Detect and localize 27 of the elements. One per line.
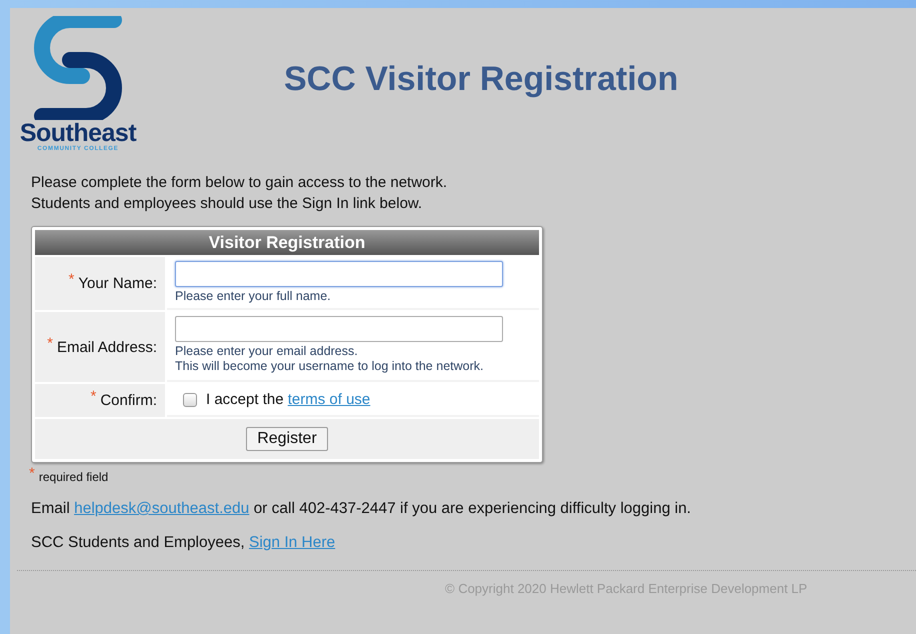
field-hint: This will become your username to log into the network. bbox=[175, 359, 484, 374]
sign-in-link[interactable]: Sign In Here bbox=[248, 534, 336, 551]
required-mark: * bbox=[68, 271, 74, 288]
help-text: Email helpdesk@southeast.edu or call 402-437-2447 if you are experiencing difficulty logging in. bbox=[31, 500, 692, 518]
panel-header: Visitor Registration bbox=[35, 230, 539, 255]
text-field[interactable] bbox=[175, 261, 503, 287]
field-label: Email Address: bbox=[56, 338, 157, 356]
required-mark: * bbox=[90, 388, 96, 405]
logo-wordmark: Southeast bbox=[20, 120, 136, 146]
required-mark: * bbox=[29, 465, 35, 482]
signin-text: SCC Students and Employees, Sign In Here bbox=[31, 534, 336, 552]
terms-link[interactable]: terms of use bbox=[288, 391, 370, 408]
page-title: SCC Visitor Registration bbox=[284, 60, 678, 100]
required-mark: * bbox=[47, 334, 53, 352]
s-logo-icon bbox=[32, 16, 124, 120]
intro-text: Please complete the form below to gain access to the network. bbox=[31, 173, 448, 193]
email-link[interactable]: helpdesk@southeast.edu bbox=[74, 500, 250, 517]
legend-text: required field bbox=[38, 470, 108, 484]
terms-text: I accept the terms of use bbox=[206, 391, 370, 408]
field-hint: Please enter your email address. bbox=[175, 344, 359, 359]
checkbox[interactable] bbox=[183, 392, 197, 406]
field-label: Your Name: bbox=[78, 275, 157, 292]
field-label: Confirm: bbox=[100, 392, 157, 409]
text-field[interactable] bbox=[175, 316, 503, 342]
intro-text: Students and employees should use the Sign In link below. bbox=[31, 194, 424, 214]
field-hint: Please enter your full name. bbox=[175, 289, 332, 304]
register-button[interactable]: Register bbox=[246, 427, 328, 451]
